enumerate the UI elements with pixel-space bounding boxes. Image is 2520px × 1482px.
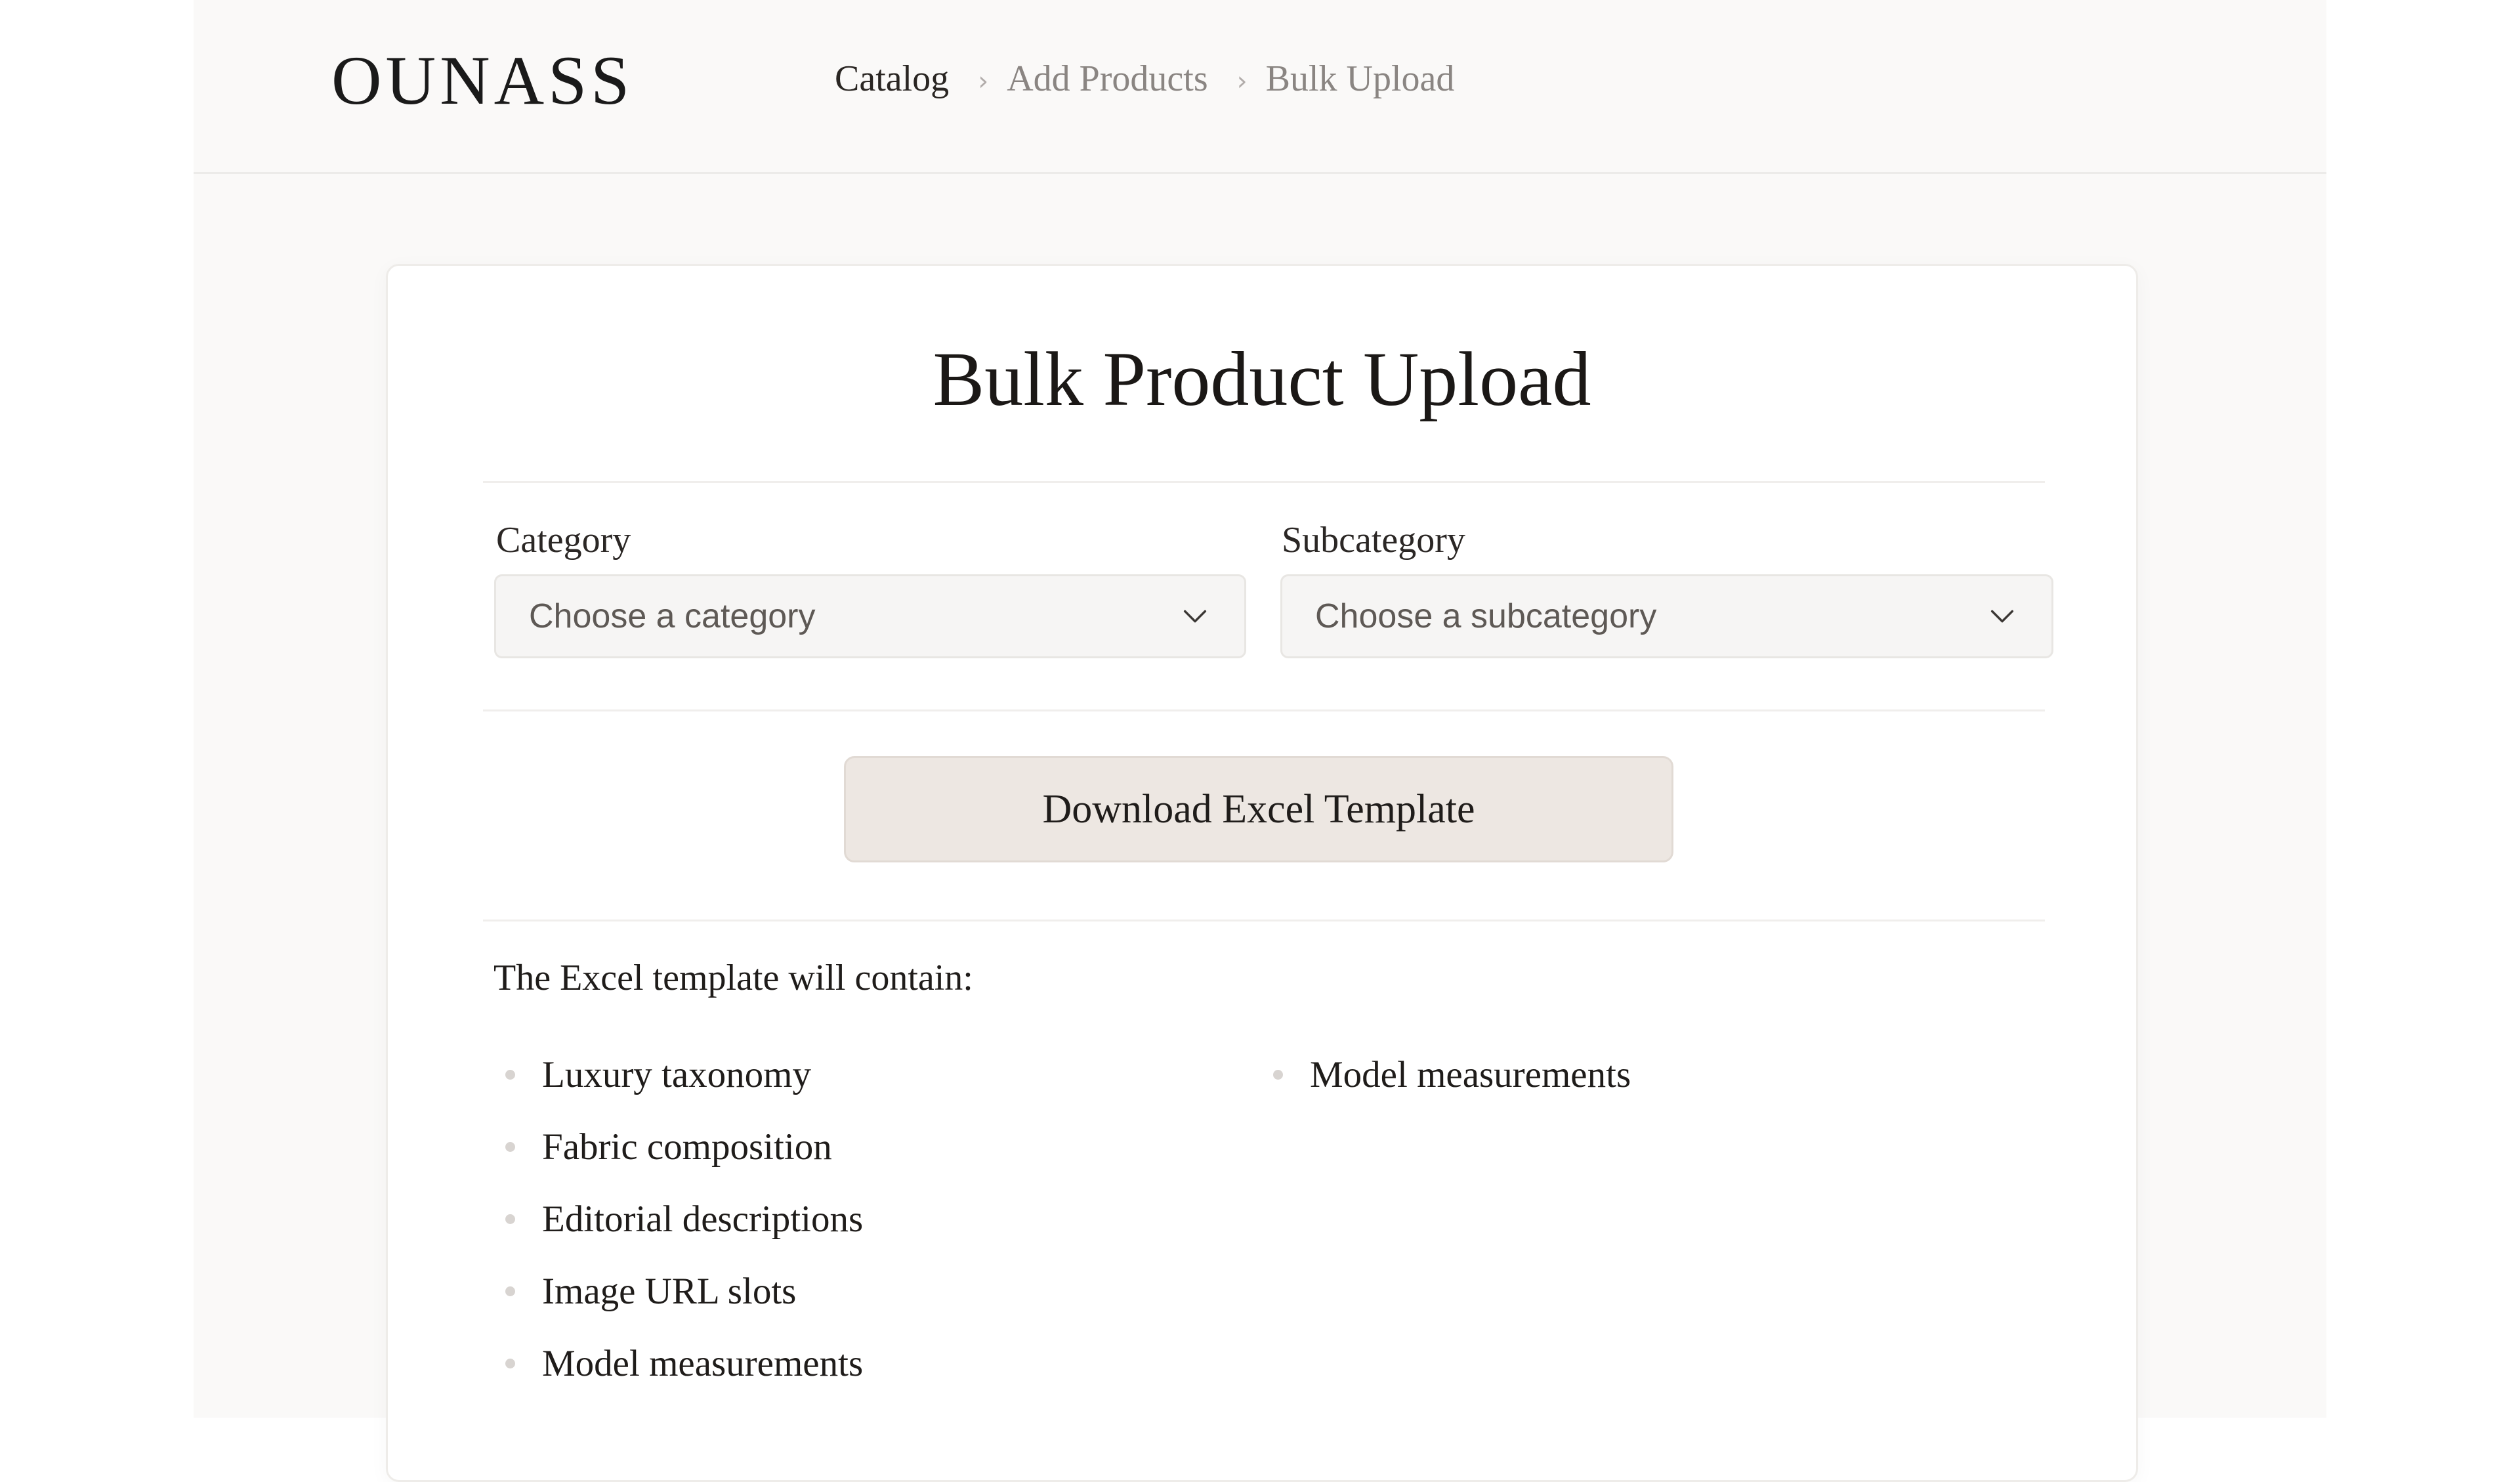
subcategory-select[interactable]: Choose a subcategory <box>1280 574 2053 658</box>
page-title: Bulk Product Upload <box>933 336 1591 422</box>
chevron-down-icon <box>1990 610 2014 623</box>
bullet-dot-icon <box>505 1286 515 1296</box>
template-feature-list-left: Luxury taxonomy Fabric composition Edito… <box>505 1038 863 1399</box>
brand-logo[interactable]: OUNASS <box>331 46 633 116</box>
chevron-right-icon: › <box>1236 66 1248 96</box>
bullet-dot-icon <box>505 1359 515 1368</box>
breadcrumb-catalog[interactable]: Catalog <box>835 60 949 97</box>
list-item: Editorial descriptions <box>505 1183 863 1255</box>
chevron-right-icon: › <box>978 66 989 96</box>
list-item: Model measurements <box>1273 1038 1631 1111</box>
list-item: Fabric composition <box>505 1111 863 1183</box>
template-contents-heading: The Excel template will contain: <box>494 958 973 998</box>
breadcrumb-bulk-upload: Bulk Upload <box>1265 58 1455 99</box>
breadcrumb-add-products[interactable]: Add Products <box>1007 60 1208 97</box>
category-select[interactable]: Choose a category <box>494 574 1246 658</box>
category-label: Category <box>496 520 631 561</box>
breadcrumb: Catalog › Add Products › Bulk Upload <box>835 60 1454 97</box>
bullet-dot-icon <box>1273 1070 1283 1080</box>
title-divider <box>483 481 2045 483</box>
bullet-dot-icon <box>505 1070 515 1080</box>
list-item: Image URL slots <box>505 1255 863 1327</box>
select-divider <box>483 709 2045 711</box>
list-item: Model measurements <box>505 1327 863 1399</box>
button-divider <box>483 920 2045 921</box>
category-select-value: Choose a category <box>529 597 816 635</box>
list-item: Luxury taxonomy <box>505 1038 863 1111</box>
bullet-dot-icon <box>505 1142 515 1152</box>
subcategory-label: Subcategory <box>1282 520 1465 561</box>
template-feature-list-right: Model measurements <box>1273 1038 1631 1111</box>
subcategory-select-value: Choose a subcategory <box>1315 597 1657 635</box>
chevron-down-icon <box>1183 610 1207 623</box>
download-template-button[interactable]: Download Excel Template <box>844 756 1673 862</box>
bullet-dot-icon <box>505 1214 515 1224</box>
